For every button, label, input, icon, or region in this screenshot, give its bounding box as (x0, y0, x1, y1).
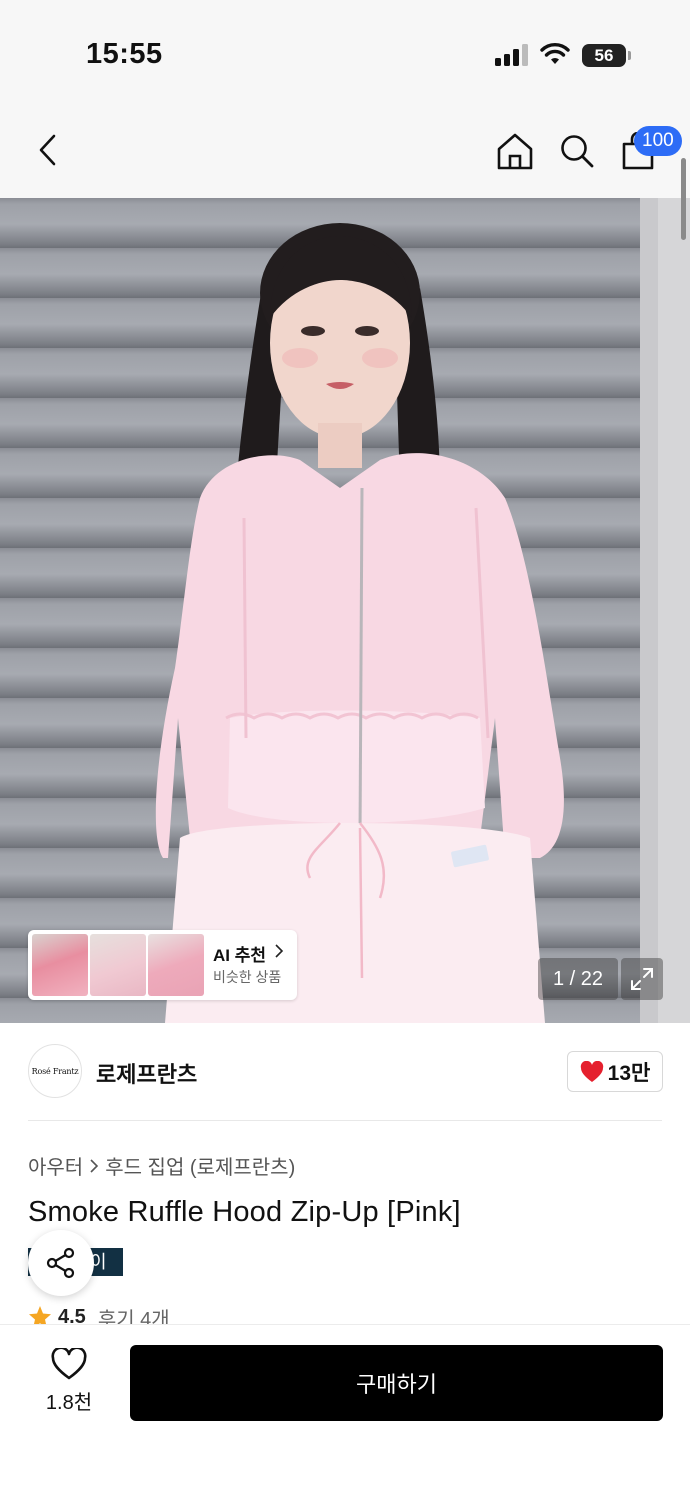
image-pager-indicator: 1 / 22 (538, 958, 618, 1000)
status-time: 15:55 (86, 38, 163, 70)
ai-recommendation-subtitle: 비슷한 상품 (213, 969, 282, 985)
cellular-signal-icon (495, 44, 528, 66)
breadcrumb: 아우터 후드 집업 (로제프란츠) (28, 1151, 295, 1180)
brand-like-count: 13만 (607, 1061, 651, 1085)
search-button[interactable] (556, 130, 598, 172)
brand-like-button[interactable]: 13만 (567, 1051, 663, 1092)
breadcrumb-subcategory[interactable]: 후드 집업 (로제프란츠) (105, 1151, 295, 1180)
chevron-left-icon (39, 134, 56, 166)
heart-outline-icon (51, 1348, 87, 1380)
home-icon (497, 133, 533, 170)
battery-indicator: 56 (582, 44, 626, 67)
brand-logo[interactable]: Rosé Frantz (28, 1044, 82, 1098)
share-icon (46, 1247, 75, 1279)
scrollbar-thumb[interactable] (681, 158, 686, 240)
status-bar: 15:55 56 (0, 0, 690, 100)
buy-button[interactable]: 구매하기 (130, 1345, 663, 1421)
product-image[interactable] (0, 198, 690, 1023)
expand-icon (631, 968, 653, 990)
similar-product-thumbnail[interactable] (90, 934, 146, 996)
product-title: Smoke Ruffle Hood Zip-Up [Pink] (28, 1196, 461, 1228)
battery-cap (628, 51, 631, 60)
wishlist-count: 1.8천 (45, 1392, 93, 1414)
ai-recommendation-card[interactable]: AI 추천 비슷한 상품 (28, 930, 297, 1000)
similar-product-thumbnail[interactable] (148, 934, 204, 996)
model-photo (155, 223, 564, 1023)
similar-product-thumbnail[interactable] (32, 934, 88, 996)
wishlist-button[interactable]: 1.8천 (38, 1348, 100, 1418)
search-icon (561, 135, 594, 168)
chevron-right-icon (90, 1158, 99, 1173)
home-button[interactable] (494, 130, 536, 172)
nav-bar (0, 100, 690, 198)
chevron-right-icon (275, 944, 284, 958)
back-button[interactable] (28, 130, 68, 170)
heart-filled-icon (580, 1060, 603, 1082)
brand-name[interactable]: 로제프란츠 (96, 1057, 197, 1089)
ai-recommendation-title: AI 추천 (213, 946, 267, 965)
breadcrumb-category[interactable]: 아우터 (28, 1151, 83, 1180)
fullscreen-button[interactable] (621, 958, 663, 1000)
divider (28, 1120, 662, 1121)
share-button[interactable] (28, 1230, 94, 1296)
cart-count-badge: 100 (634, 126, 682, 156)
wifi-icon (540, 43, 570, 64)
